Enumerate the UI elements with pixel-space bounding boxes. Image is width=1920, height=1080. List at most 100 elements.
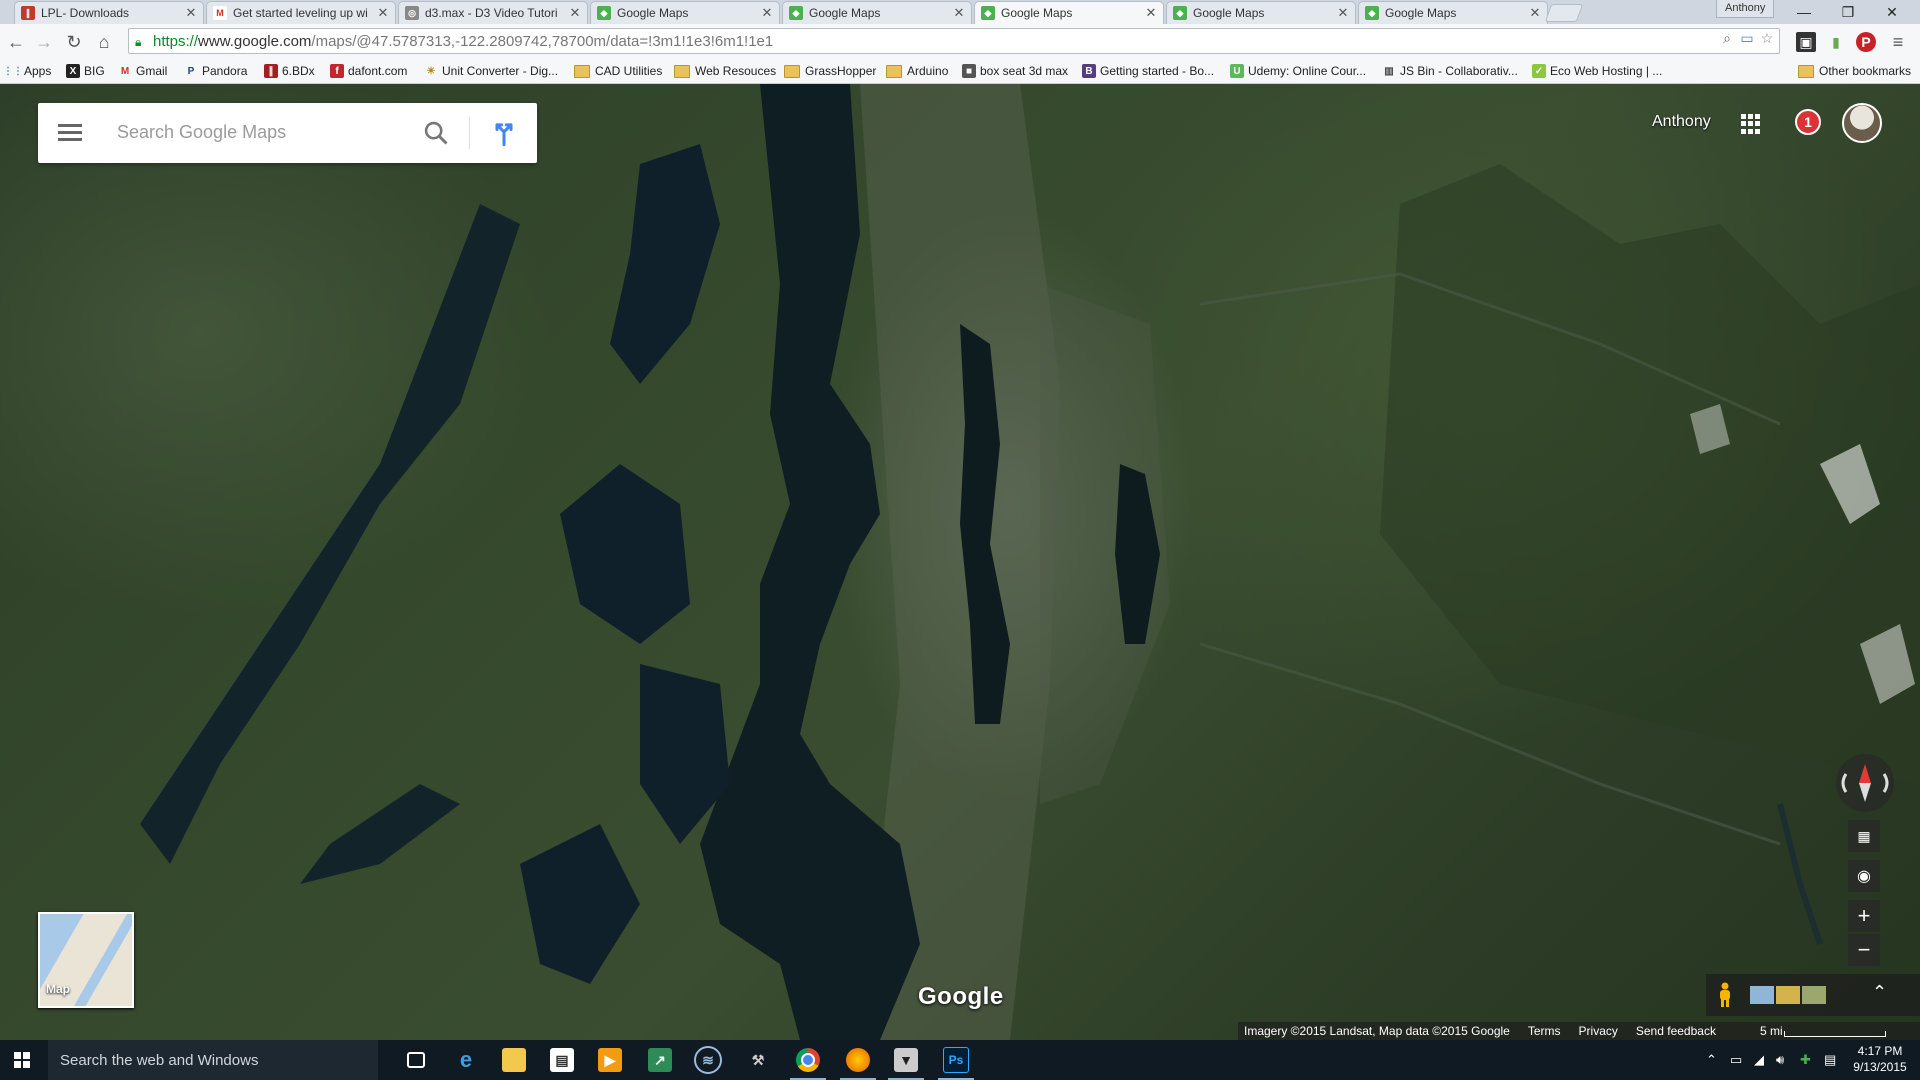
zoom-icon[interactable]: ⌕ — [1718, 29, 1736, 47]
tab-google-maps-1[interactable]: ◆ Google Maps ✕ — [590, 1, 780, 24]
tray-up-arrow-icon[interactable]: ⌃ — [1706, 1052, 1717, 1068]
taskbar-search-input[interactable]: Search the web and Windows — [48, 1040, 378, 1080]
zoom-out-button[interactable]: − — [1848, 934, 1880, 966]
bookmark-folder-web[interactable]: Web Resouces — [674, 62, 776, 80]
firefox-icon[interactable] — [834, 1040, 882, 1080]
volume-icon[interactable]: 🔊︎ — [1776, 1052, 1784, 1068]
bookmark-pandora[interactable]: P Pandora — [184, 62, 248, 80]
media-player-icon[interactable]: ▶ — [586, 1040, 634, 1080]
avatar[interactable] — [1842, 103, 1882, 143]
satellite-map[interactable]: Search Google Maps Anthony 1 Map Google … — [0, 84, 1920, 1040]
tab-close-icon[interactable]: ✕ — [185, 5, 197, 21]
bookmark-big[interactable]: X BIG — [66, 62, 105, 80]
tab-google-maps-4[interactable]: ◆ Google Maps ✕ — [1166, 1, 1356, 24]
task-view-icon[interactable] — [392, 1040, 440, 1080]
profile-button[interactable]: Anthony — [1716, 0, 1775, 18]
compass-icon[interactable] — [1836, 754, 1894, 812]
restore-icon[interactable]: ❐ — [1828, 0, 1868, 24]
bookmark-bdx[interactable]: ∥ 6.BDx — [264, 62, 315, 80]
send-feedback-link[interactable]: Send feedback — [1636, 1024, 1716, 1038]
search-icon[interactable] — [422, 119, 450, 147]
bookmark-bootstrap[interactable]: B Getting started - Bo... — [1082, 62, 1214, 80]
map-toggle-label: Map — [46, 982, 70, 996]
edge-icon[interactable]: e — [442, 1040, 490, 1080]
tab-google-maps-5[interactable]: ◆ Google Maps ✕ — [1358, 1, 1548, 24]
address-bar[interactable]: 🔒︎ https://www.google.com/maps/@47.57873… — [128, 28, 1780, 54]
bookmark-folder-arduino[interactable]: Arduino — [886, 62, 948, 80]
windows-start-icon[interactable] — [14, 1052, 30, 1068]
bookmark-folder-cad[interactable]: CAD Utilities — [574, 62, 662, 80]
bookmark-star-icon[interactable]: ☆ — [1758, 29, 1776, 47]
reload-icon[interactable]: ↻ — [62, 30, 86, 54]
close-window-icon[interactable]: ✕ — [1872, 0, 1912, 24]
forward-icon[interactable]: → — [32, 30, 56, 54]
bookmark-udemy[interactable]: U Udemy: Online Cour... — [1230, 62, 1366, 80]
tab-close-icon[interactable]: ✕ — [569, 5, 581, 21]
new-tab-button[interactable] — [1544, 4, 1584, 22]
tab-close-icon[interactable]: ✕ — [1145, 5, 1157, 21]
terms-link[interactable]: Terms — [1528, 1024, 1561, 1038]
extension-evernote-icon[interactable]: ▮ — [1826, 32, 1846, 52]
photoshop-icon[interactable]: Ps — [932, 1040, 980, 1080]
bookmark-unit-converter[interactable]: ☀ Unit Converter - Dig... — [424, 62, 559, 80]
minimize-icon[interactable]: — — [1784, 0, 1824, 24]
tab-close-icon[interactable]: ✕ — [1337, 5, 1349, 21]
battery-icon[interactable]: ▭ — [1730, 1052, 1742, 1068]
thumbnail-icon[interactable] — [1750, 986, 1774, 1004]
cat-app-icon[interactable]: ▼ — [882, 1040, 930, 1080]
directions-icon[interactable] — [490, 119, 518, 147]
tilt-icon[interactable]: ▦ — [1848, 820, 1880, 852]
home-icon[interactable]: ⌂ — [92, 30, 116, 54]
tab-d3max[interactable]: ◎ d3.max - D3 Video Tutori ✕ — [398, 1, 588, 24]
pinterest-icon[interactable]: P — [1856, 32, 1876, 52]
bookmark-box-seat[interactable]: ■ box seat 3d max — [962, 62, 1068, 80]
page-action-icon[interactable]: ▭ — [1738, 29, 1756, 47]
zoom-in-button[interactable]: + — [1848, 900, 1880, 932]
privacy-link[interactable]: Privacy — [1579, 1024, 1618, 1038]
bookmark-dafont[interactable]: f dafont.com — [330, 62, 407, 80]
thumbnail-icon[interactable] — [1802, 986, 1826, 1004]
bookmark-jsbin[interactable]: ▥ JS Bin - Collaborativ... — [1382, 62, 1518, 80]
chrome-menu-icon[interactable]: ≡ — [1888, 32, 1908, 52]
tab-close-icon[interactable]: ✕ — [377, 5, 389, 21]
tab-close-icon[interactable]: ✕ — [953, 5, 965, 21]
expand-up-icon[interactable]: ⌃ — [1872, 982, 1887, 1003]
bookmark-folder-grasshopper[interactable]: GrassHopper — [784, 62, 876, 80]
google-apps-icon[interactable] — [1741, 114, 1761, 134]
wifi-app-icon[interactable]: ≋ — [684, 1040, 732, 1080]
action-center-icon[interactable]: ▤ — [1824, 1052, 1836, 1068]
imagery-thumbnails[interactable] — [1750, 986, 1826, 1004]
tab-google-maps-active[interactable]: ◆ Google Maps ✕ — [974, 1, 1164, 24]
store-icon[interactable]: ▤ — [538, 1040, 586, 1080]
tab-close-icon[interactable]: ✕ — [761, 5, 773, 21]
network-icon[interactable]: ◢ — [1754, 1052, 1764, 1068]
anvil-app-icon[interactable]: ⚒ — [734, 1040, 782, 1080]
app-tray-icon[interactable]: ✚ — [1800, 1052, 1811, 1068]
file-explorer-icon[interactable] — [490, 1040, 538, 1080]
tab-close-icon[interactable]: ✕ — [1529, 5, 1541, 21]
notifications-badge[interactable]: 1 — [1795, 109, 1821, 135]
tab-lpl-downloads[interactable]: ∥ LPL- Downloads ✕ — [14, 1, 204, 24]
eco-hosting-icon: ✓ — [1532, 64, 1546, 78]
tab-get-started[interactable]: M Get started leveling up wi ✕ — [206, 1, 396, 24]
other-bookmarks[interactable]: Other bookmarks — [1798, 62, 1911, 80]
scale-label[interactable]: 5 mi — [1760, 1024, 1783, 1038]
bookmark-gmail[interactable]: M Gmail — [118, 62, 168, 80]
bookmark-eco-hosting[interactable]: ✓ Eco Web Hosting | ... — [1532, 62, 1662, 80]
account-name[interactable]: Anthony — [1652, 113, 1711, 131]
windows-taskbar: Search the web and Windows e ▤ ▶ ↗ ≋ ⚒ ▼… — [0, 1040, 1920, 1080]
bookmark-apps[interactable]: ⋮⋮ Apps — [3, 62, 51, 80]
search-input[interactable]: Search Google Maps — [117, 122, 286, 143]
my-location-icon[interactable]: ◉ — [1848, 860, 1880, 892]
back-icon[interactable]: ← — [4, 30, 28, 54]
thumbnail-icon[interactable] — [1776, 986, 1800, 1004]
extension-screenshot-icon[interactable]: ▣ — [1796, 32, 1816, 52]
pegman-icon[interactable] — [1716, 982, 1734, 1008]
chrome-icon[interactable] — [784, 1040, 832, 1080]
map-view-toggle[interactable]: Map — [38, 912, 134, 1008]
stocks-app-icon[interactable]: ↗ — [636, 1040, 684, 1080]
tab-google-maps-2[interactable]: ◆ Google Maps ✕ — [782, 1, 972, 24]
taskbar-clock[interactable]: 4:17 PM 9/13/2015 — [1850, 1043, 1910, 1075]
maps-icon: ◆ — [597, 6, 611, 20]
hamburger-menu-icon[interactable] — [58, 121, 82, 145]
